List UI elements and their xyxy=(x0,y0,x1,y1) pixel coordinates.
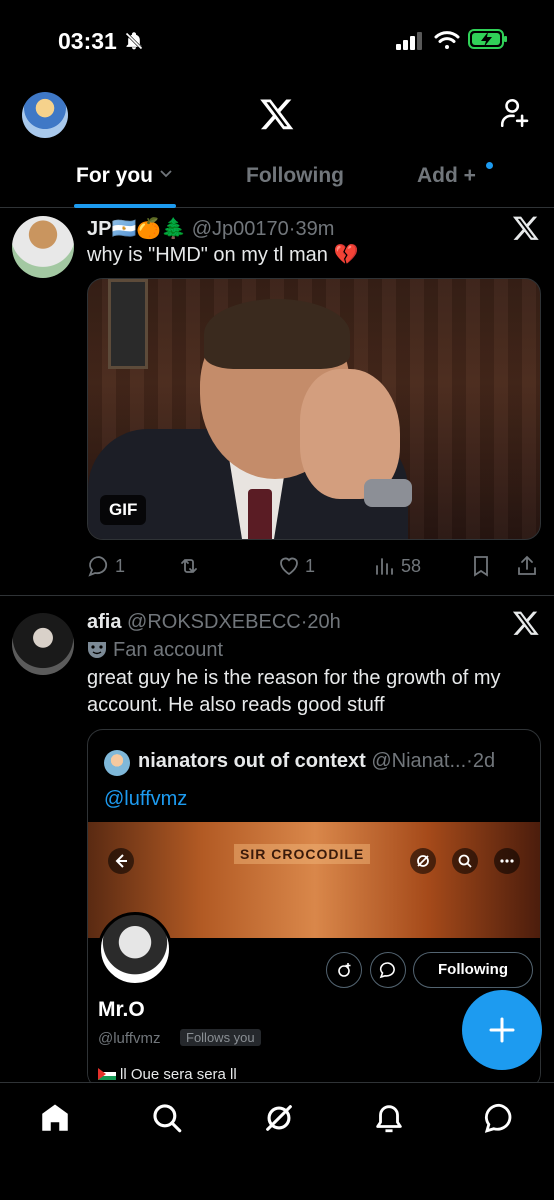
fan-account-label: Fan account xyxy=(87,639,223,662)
follows-you-badge: Follows you xyxy=(180,1029,261,1046)
picture-frame xyxy=(108,279,148,369)
battery-charging-icon xyxy=(468,29,507,49)
profile-avatar-button[interactable] xyxy=(22,92,68,138)
quote-text[interactable]: @luffvmz xyxy=(104,788,187,811)
wifi-icon xyxy=(434,31,460,49)
profile-bio-text: ll Oue sera sera ll xyxy=(120,1066,237,1083)
more-icon xyxy=(494,848,520,874)
grok-icon xyxy=(410,848,436,874)
views-icon xyxy=(376,558,393,575)
gif-watch xyxy=(364,479,412,507)
bell-off-icon xyxy=(125,32,143,50)
messages-icon[interactable] xyxy=(482,1101,516,1135)
x-logo-icon[interactable] xyxy=(512,609,540,637)
avatar xyxy=(104,750,130,776)
add-user-icon[interactable] xyxy=(498,96,532,130)
banner-text: SIR CROCODILE xyxy=(234,844,371,864)
bottom-navigation xyxy=(0,1082,554,1200)
quote-author-name: nianators out of context xyxy=(138,750,366,772)
share-icon xyxy=(518,555,536,575)
plus-icon: + xyxy=(463,164,476,187)
tab-for-you-label: For you xyxy=(76,164,153,187)
tweet-gif[interactable]: GIF xyxy=(87,278,541,540)
status-time: 03:31 xyxy=(58,28,117,54)
following-button: Following xyxy=(413,952,533,988)
status-bar: 03:31 xyxy=(0,0,554,80)
retweet-icon xyxy=(181,559,197,573)
fan-account-text: Fan account xyxy=(113,639,224,661)
reply-icon xyxy=(88,556,108,577)
avatar xyxy=(98,912,172,986)
message-button xyxy=(370,952,406,988)
app-header xyxy=(0,84,554,148)
author-handle[interactable]: @ROKSDXEBECC xyxy=(127,611,301,633)
heart-icon xyxy=(280,557,298,576)
author-name[interactable]: JP🇦🇷🍊🌲 xyxy=(87,218,186,240)
plus-icon xyxy=(489,1017,515,1043)
cellular-signal-icon xyxy=(396,32,422,50)
grok-plus-icon xyxy=(338,963,351,977)
like-count: 1 xyxy=(305,555,316,576)
retweet-button[interactable] xyxy=(177,554,205,578)
author-handle[interactable]: @Jp00170 xyxy=(192,218,289,240)
tab-for-you[interactable]: For you xyxy=(76,164,173,188)
gif-tie xyxy=(248,489,272,539)
home-icon[interactable] xyxy=(38,1101,72,1135)
profile-handle: @luffvmz xyxy=(98,1030,161,1047)
dot-separator: · xyxy=(466,750,473,772)
tweet-header: JP🇦🇷🍊🌲 @Jp00170·39m xyxy=(87,216,334,241)
avatar[interactable] xyxy=(12,216,74,278)
tab-add-label: Add xyxy=(417,164,458,187)
tweet[interactable]: JP🇦🇷🍊🌲 @Jp00170·39m why is "HMD" on my t… xyxy=(0,208,554,596)
reply-button[interactable]: 1 xyxy=(87,554,125,578)
tweet-time: 20h xyxy=(307,611,341,633)
bookmark-icon xyxy=(474,556,488,577)
tweet-text: why is "HMD" on my tl man 💔 xyxy=(87,244,359,266)
share-button[interactable] xyxy=(515,554,543,578)
avatar[interactable] xyxy=(12,613,74,675)
search-icon xyxy=(452,848,478,874)
quote-time: 2d xyxy=(472,750,496,772)
tweet-time: 39m xyxy=(295,218,335,240)
tweet-text: great guy he is the reason for the growt… xyxy=(87,667,501,716)
palestine-flag-icon xyxy=(98,1068,116,1080)
author-name[interactable]: afia xyxy=(87,611,121,633)
compose-post-button[interactable] xyxy=(462,990,542,1070)
theater-mask-icon xyxy=(88,642,106,658)
gif-hair xyxy=(204,299,350,369)
tweet-actions: 1 1 58 xyxy=(87,554,541,584)
views-button[interactable]: 58 xyxy=(373,554,421,578)
back-arrow-icon xyxy=(108,848,134,874)
new-indicator-dot xyxy=(486,162,493,169)
profile-name: Mr.O xyxy=(98,998,145,1021)
tweet-header: afia @ROKSDXEBECC·20h xyxy=(87,611,341,634)
grok-button xyxy=(326,952,362,988)
reply-count: 1 xyxy=(115,555,126,576)
x-logo-icon[interactable] xyxy=(512,214,540,242)
chevron-down-icon xyxy=(160,170,172,178)
notifications-bell-icon[interactable] xyxy=(372,1101,406,1135)
tab-following[interactable]: Following xyxy=(246,164,344,188)
view-count: 58 xyxy=(401,555,422,576)
message-bubble-icon xyxy=(379,962,395,979)
tab-add[interactable]: Add + xyxy=(417,164,476,188)
timeline-tabs: For you Following Add + xyxy=(0,152,554,208)
like-button[interactable]: 1 xyxy=(277,554,315,578)
grok-icon[interactable] xyxy=(262,1101,296,1135)
quote-header: nianators out of context @Nianat...·2d xyxy=(138,750,495,773)
bookmark-button[interactable] xyxy=(469,554,497,578)
profile-bio: ll Oue sera sera ll xyxy=(98,1066,237,1083)
search-icon[interactable] xyxy=(150,1101,184,1135)
gif-badge: GIF xyxy=(100,495,147,525)
x-logo-icon xyxy=(260,99,294,130)
quote-author-handle: @Nianat... xyxy=(371,750,467,772)
